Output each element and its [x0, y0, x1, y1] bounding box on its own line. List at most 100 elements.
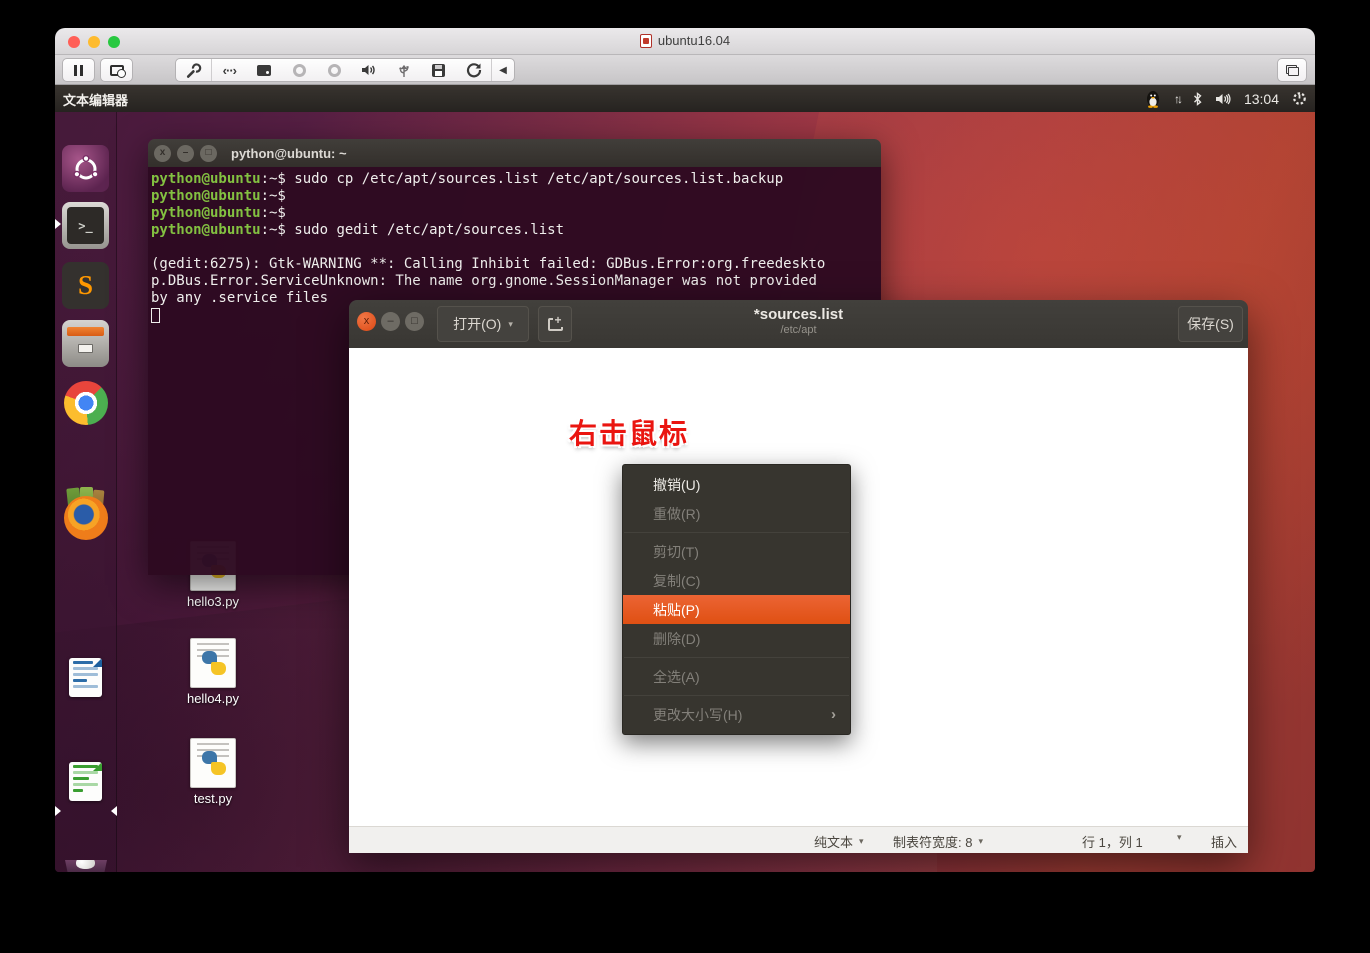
sound-device-button[interactable] [351, 59, 386, 81]
dock-item-firefox[interactable] [62, 494, 109, 541]
dock-item-chromium[interactable] [62, 379, 109, 426]
tab-width-dropdown[interactable]: 制表符宽度: 8 ▾ [893, 832, 983, 851]
screenshot-canvas: ubuntu16.04 ‹··› ◀ 文本编辑器 ↑↓ 13:04 hello3… [0, 0, 1370, 953]
menu-separator [624, 532, 849, 533]
chevron-down-icon: ▾ [859, 836, 864, 846]
volume-icon[interactable] [1215, 93, 1231, 105]
desktop-icon-label: hello4.py [186, 691, 240, 706]
device-toolbar: ‹··› ◀ [175, 58, 515, 82]
firefox-icon [63, 495, 108, 540]
network-device-button[interactable]: ‹··› [212, 59, 247, 81]
terminal-line: (gedit:6275): Gtk-WARNING **: Calling In… [151, 256, 826, 272]
menu-item-redo: 重做(R) [653, 505, 701, 522]
snapshot-button[interactable] [100, 58, 133, 82]
dock-item-trash[interactable] [65, 860, 107, 872]
calc-icon [69, 762, 102, 801]
chevron-down-icon: ▾ [978, 836, 983, 846]
desktop-icon-test[interactable]: test.py [165, 738, 261, 806]
running-indicator [55, 806, 61, 816]
appmenu-label[interactable]: 文本编辑器 [63, 90, 128, 109]
menu-item-paste[interactable]: 粘贴(P) [623, 595, 850, 624]
ubuntu-dash-icon [72, 154, 99, 179]
settings-wrench-button[interactable] [176, 59, 211, 81]
menu-item-delete: 删除(D) [653, 630, 701, 647]
sync-icon [466, 63, 481, 78]
network-updown-icon[interactable]: ↑↓ [1174, 92, 1183, 106]
insert-mode-indicator[interactable]: 插入 [1211, 832, 1237, 851]
dock-item-libreoffice-writer[interactable] [62, 654, 109, 701]
dock-item-file-manager[interactable] [62, 320, 109, 367]
submenu-arrow-icon: › [831, 706, 836, 723]
harddisk-icon [257, 64, 272, 76]
menu-item-change-case: 更改大小写(H) › [653, 706, 836, 723]
chromium-icon [63, 380, 108, 425]
dock-item-ubuntu-dash[interactable] [62, 145, 109, 192]
menu-separator [624, 657, 849, 658]
terminal-minimize-button[interactable]: – [177, 144, 194, 162]
panel-tray: ↑↓ 13:04 [1145, 85, 1307, 112]
toolbar-collapse-button[interactable]: ◀ [492, 59, 514, 81]
cdrom-icon [292, 63, 306, 77]
usb-device-button[interactable] [386, 59, 421, 81]
menu-item-undo[interactable]: 撤销(U) [623, 470, 850, 499]
snapshot-icon [109, 64, 126, 78]
terminal-line: python@ubuntu:~$ sudo gedit /etc/apt/sou… [151, 222, 565, 238]
dock-item-terminal[interactable]: >_ [62, 202, 109, 249]
terminal-line: python@ubuntu:~$ sudo cp /etc/apt/source… [151, 171, 784, 187]
desktop-icon-label: hello3.py [186, 594, 240, 609]
dock-item-sublime-text[interactable]: S [62, 262, 109, 309]
bluetooth-icon[interactable] [1193, 91, 1202, 106]
gedit-headerbar[interactable]: x – □ 打开(O) ▾ *sources.list /etc/apt [349, 300, 1248, 348]
sound-icon [362, 65, 376, 75]
desktop-icon-label: test.py [193, 791, 233, 806]
chevron-down-icon: ▾ [1177, 832, 1182, 842]
panel-clock[interactable]: 13:04 [1244, 91, 1279, 107]
gedit-title-group: *sources.list /etc/apt [349, 306, 1248, 336]
display-mode-button[interactable] [1277, 58, 1307, 82]
desktop-icon-hello4[interactable]: hello4.py [165, 638, 261, 706]
gedit-statusbar: 纯文本 ▾ 制表符宽度: 8 ▾ 行 1，列 1 ▾ 插入 [349, 826, 1248, 853]
python-file-icon [190, 638, 236, 688]
terminal-line: python@ubuntu:~$ [151, 205, 286, 221]
usb-icon [399, 64, 409, 77]
terminal-close-button[interactable]: x [154, 144, 171, 162]
writer-icon [69, 658, 102, 697]
terminal-line: p.DBus.Error.ServiceUnknown: The name or… [151, 273, 817, 289]
edit-context-menu: 撤销(U) 重做(R) 剪切(T) 复制(C) 粘贴(P) 删除(D) 全选(A… [622, 464, 851, 735]
sublime-icon: S [77, 270, 94, 300]
dock-item-libreoffice-calc[interactable] [62, 758, 109, 805]
cdrom-device-button[interactable] [282, 59, 317, 81]
session-gear-icon[interactable] [1292, 91, 1307, 106]
window-title-group: ubuntu16.04 [55, 33, 1315, 48]
menu-item-cut: 剪切(T) [653, 543, 699, 560]
vm-screen: 文本编辑器 ↑↓ 13:04 hello3.py hello4.py test.… [55, 85, 1315, 872]
harddisk-device-button[interactable] [247, 59, 282, 81]
save-button[interactable]: 保存(S) [1178, 306, 1243, 342]
vm-document-icon [639, 33, 652, 48]
terminal-maximize-button[interactable]: □ [200, 144, 217, 162]
sync-device-button[interactable] [456, 59, 491, 81]
mac-titlebar: ubuntu16.04 [55, 28, 1315, 55]
menu-item-select-all: 全选(A) [653, 668, 700, 685]
ubuntu-panel: 文本编辑器 ↑↓ 13:04 [55, 85, 1315, 112]
pause-button[interactable] [62, 58, 95, 82]
running-indicator [55, 219, 61, 229]
menu-item-copy: 复制(C) [653, 572, 701, 589]
cdrom2-device-button[interactable] [317, 59, 352, 81]
doc-type-dropdown[interactable]: 纯文本 ▾ [814, 832, 864, 851]
tutorial-annotation: 右击鼠标 [569, 418, 690, 449]
vm-app-window: ubuntu16.04 ‹··› ◀ 文本编辑器 ↑↓ 13:04 hello3… [55, 28, 1315, 872]
file-cabinet-icon [67, 327, 104, 336]
goto-line-dropdown[interactable]: ▾ [1177, 832, 1182, 843]
floppy-device-button[interactable] [421, 59, 456, 81]
floppy-icon [432, 63, 446, 77]
wrench-icon [186, 62, 202, 78]
vm-toolbar: ‹··› ◀ [55, 55, 1315, 85]
terminal-titlebar[interactable]: x – □ python@ubuntu: ~ [148, 139, 881, 167]
display-mode-icon [1285, 64, 1299, 76]
tux-icon[interactable] [1145, 90, 1161, 108]
terminal-line: python@ubuntu:~$ [151, 188, 286, 204]
collapse-arrow-icon: ◀ [499, 64, 507, 76]
python-file-icon [190, 738, 236, 788]
